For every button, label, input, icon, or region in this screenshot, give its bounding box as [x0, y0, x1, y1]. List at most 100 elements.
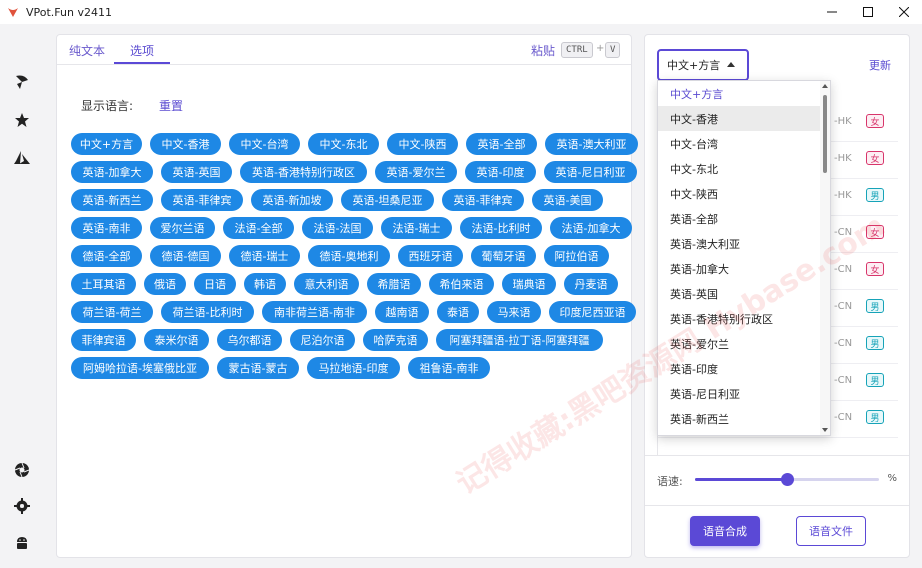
voice-locale-code: -CN: [834, 375, 853, 386]
language-chip[interactable]: 英语-香港特别行政区: [240, 161, 367, 183]
language-chip[interactable]: 丹麦语: [564, 273, 618, 295]
language-chip[interactable]: 英语-新西兰: [71, 189, 153, 211]
dropdown-option[interactable]: 英语-尼日利亚: [658, 381, 822, 406]
scroll-up-arrow-icon[interactable]: [822, 84, 828, 88]
language-chip[interactable]: 中文-台湾: [229, 133, 300, 155]
language-chip[interactable]: 印度尼西亚语: [549, 301, 636, 323]
language-chip[interactable]: 土耳其语: [71, 273, 136, 295]
dropdown-option[interactable]: 中文+方言: [658, 81, 822, 106]
language-chip[interactable]: 爱尔兰语: [150, 217, 215, 239]
dropdown-option[interactable]: 英语-爱尔兰: [658, 331, 822, 356]
language-chip[interactable]: 蒙古语-蒙古: [217, 357, 299, 379]
audio-file-button[interactable]: 语音文件: [796, 516, 866, 546]
language-chip[interactable]: 尼泊尔语: [290, 329, 355, 351]
language-chip[interactable]: 法语-法国: [302, 217, 373, 239]
language-chip[interactable]: 意大利语: [294, 273, 359, 295]
language-chip[interactable]: 哈萨克语: [363, 329, 428, 351]
dropdown-option[interactable]: 英语-澳大利亚: [658, 231, 822, 256]
language-chip[interactable]: 阿姆哈拉语-埃塞俄比亚: [71, 357, 209, 379]
language-chip[interactable]: 德语-奥地利: [308, 245, 390, 267]
gender-badge: 女: [866, 225, 884, 239]
language-chip[interactable]: 法语-全部: [223, 217, 294, 239]
language-chip[interactable]: 英语-印度: [465, 161, 536, 183]
dropdown-option[interactable]: 英语-印度: [658, 356, 822, 381]
language-chip[interactable]: 荷兰语-比利时: [161, 301, 254, 323]
language-chip[interactable]: 荷兰语-荷兰: [71, 301, 153, 323]
maximize-button[interactable]: [850, 0, 886, 24]
language-chip[interactable]: 英语-全部: [466, 133, 537, 155]
dropdown-option[interactable]: 英语-加拿大: [658, 256, 822, 281]
dropdown-scrollbar[interactable]: [820, 81, 830, 435]
language-chip[interactable]: 瑞典语: [502, 273, 556, 295]
language-chip[interactable]: 英语-新加坡: [251, 189, 333, 211]
language-chip[interactable]: 南非荷兰语-南非: [262, 301, 367, 323]
update-button[interactable]: 更新: [869, 57, 891, 73]
language-chip[interactable]: 英语-南非: [71, 217, 142, 239]
language-chip[interactable]: 英语-菲律宾: [161, 189, 243, 211]
tab-options[interactable]: 选项: [130, 42, 154, 59]
speed-slider[interactable]: [695, 473, 879, 486]
language-chip[interactable]: 泰语: [437, 301, 479, 323]
dropdown-option[interactable]: 英语-全部: [658, 206, 822, 231]
azure-icon[interactable]: [12, 148, 32, 168]
language-chip[interactable]: 英语-菲律宾: [442, 189, 524, 211]
dropdown-option[interactable]: 中文-陕西: [658, 181, 822, 206]
language-chip[interactable]: 英语-美国: [532, 189, 603, 211]
close-button[interactable]: [886, 0, 922, 24]
dropdown-option[interactable]: 英语-英国: [658, 281, 822, 306]
language-chip[interactable]: 中文+方言: [71, 133, 142, 155]
android-icon[interactable]: [12, 532, 32, 552]
language-chip[interactable]: 中文-陕西: [387, 133, 458, 155]
language-chip[interactable]: 英语-尼日利亚: [544, 161, 637, 183]
language-select[interactable]: 中文+方言: [657, 49, 749, 81]
language-chip[interactable]: 韩语: [244, 273, 286, 295]
language-chip[interactable]: 法语-瑞士: [381, 217, 452, 239]
language-chip[interactable]: 泰米尔语: [144, 329, 209, 351]
language-chip[interactable]: 日语: [194, 273, 236, 295]
language-chip[interactable]: 英语-加拿大: [71, 161, 153, 183]
kbd-ctrl: CTRL: [561, 42, 593, 58]
language-chip[interactable]: 英语-爱尔兰: [375, 161, 457, 183]
minimize-button[interactable]: [814, 0, 850, 24]
dropdown-option[interactable]: 中文-台湾: [658, 131, 822, 156]
synthesize-button[interactable]: 语音合成: [690, 516, 760, 546]
language-chip[interactable]: 英语-澳大利亚: [545, 133, 638, 155]
tab-plain-text[interactable]: 纯文本: [69, 42, 105, 59]
dropdown-option[interactable]: 英语-香港特别行政区: [658, 306, 822, 331]
language-chip[interactable]: 希伯来语: [429, 273, 494, 295]
language-chip[interactable]: 法语-比利时: [460, 217, 542, 239]
star-icon[interactable]: [12, 110, 32, 130]
dropdown-option[interactable]: 中文-东北: [658, 156, 822, 181]
language-chip[interactable]: 阿拉伯语: [544, 245, 609, 267]
aperture-icon[interactable]: [12, 460, 32, 480]
language-chip[interactable]: 乌尔都语: [217, 329, 282, 351]
language-chip[interactable]: 中文-香港: [150, 133, 221, 155]
dropdown-option[interactable]: 中文-香港: [658, 106, 822, 131]
language-chip[interactable]: 德语-瑞士: [229, 245, 300, 267]
language-chip[interactable]: 德语-全部: [71, 245, 142, 267]
language-chip[interactable]: 希腊语: [367, 273, 421, 295]
reset-button[interactable]: 重置: [159, 97, 183, 114]
pinwheel-icon[interactable]: [12, 72, 32, 92]
language-chip[interactable]: 西班牙语: [398, 245, 463, 267]
gear-icon[interactable]: [12, 496, 32, 516]
scroll-down-arrow-icon[interactable]: [822, 428, 828, 432]
dropdown-option[interactable]: 英语-新西兰: [658, 406, 822, 431]
language-chip[interactable]: 马来语: [487, 301, 541, 323]
language-chip[interactable]: 中文-东北: [308, 133, 379, 155]
language-chip[interactable]: 马拉地语-印度: [307, 357, 400, 379]
language-chip[interactable]: 菲律宾语: [71, 329, 136, 351]
language-chip[interactable]: 英语-坦桑尼亚: [341, 189, 434, 211]
language-chip[interactable]: 法语-加拿大: [550, 217, 632, 239]
language-chip[interactable]: 越南语: [375, 301, 429, 323]
language-chip[interactable]: 德语-德国: [150, 245, 221, 267]
language-chip[interactable]: 阿塞拜疆语-拉丁语-阿塞拜疆: [436, 329, 603, 351]
speed-slider-thumb[interactable]: [781, 473, 794, 486]
language-chip[interactable]: 英语-英国: [161, 161, 232, 183]
language-chip[interactable]: 葡萄牙语: [471, 245, 536, 267]
language-chip[interactable]: 俄语: [144, 273, 186, 295]
paste-button[interactable]: 粘贴: [531, 42, 555, 59]
scrollbar-thumb[interactable]: [823, 95, 827, 173]
app-logo-icon: [6, 5, 20, 19]
language-chip[interactable]: 祖鲁语-南非: [408, 357, 490, 379]
